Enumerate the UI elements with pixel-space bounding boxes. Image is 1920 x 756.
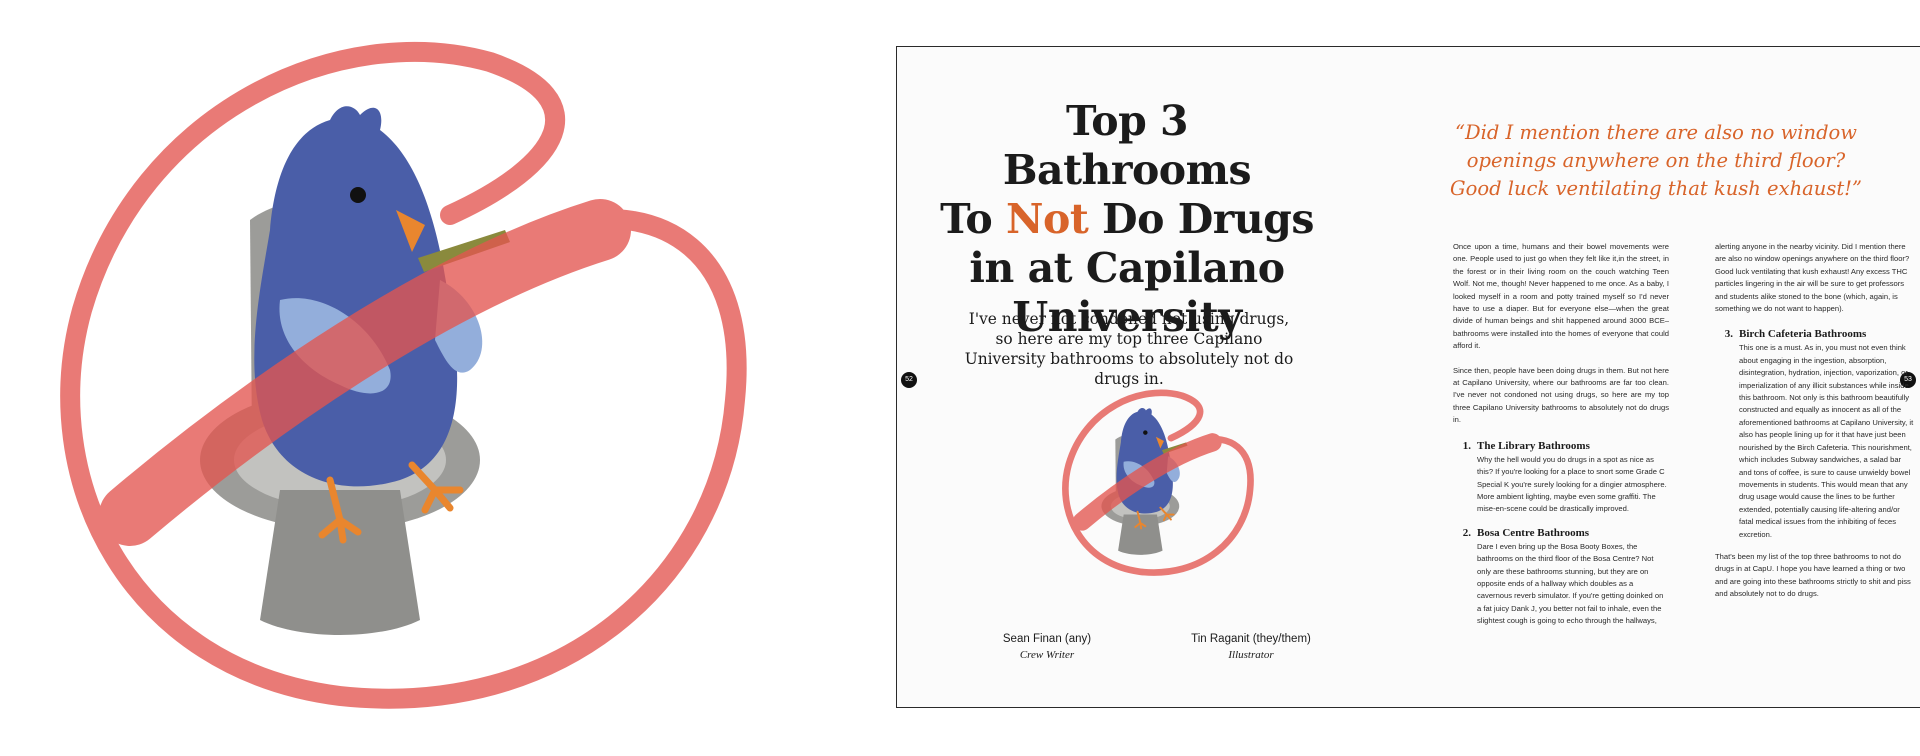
item-number: 2. bbox=[1462, 526, 1471, 539]
no-drugs-bird-thumbnail bbox=[1062, 389, 1254, 576]
item-number: 1. bbox=[1462, 439, 1471, 452]
item-2-continuation: alerting anyone in the nearby vicinity. … bbox=[1715, 242, 1910, 314]
illustrator-name: Tin Raganit (they/them) bbox=[1191, 633, 1311, 645]
intro-paragraph-1: Once upon a time, humans and their bowel… bbox=[1453, 242, 1669, 351]
title-line-1: Top 3 Bathrooms bbox=[1002, 97, 1252, 194]
item-heading: Bosa Centre Bathrooms bbox=[1477, 526, 1590, 539]
pull-quote: “Did I mention there are also no window … bbox=[1450, 121, 1862, 200]
writer-name: Sean Finan (any) bbox=[1002, 633, 1092, 645]
item-body: Why the hell would you do drugs in a spo… bbox=[1477, 454, 1667, 514]
item-body: Dare I even bring up the Bosa Booty Boxe… bbox=[1477, 541, 1664, 626]
list-item: 2. Bosa Centre Bathrooms Dare I even brin… bbox=[1453, 526, 1669, 628]
illustrator-credit: Tin Raganit (they/them) Illustrator bbox=[1141, 631, 1361, 663]
writer-role: Crew Writer bbox=[1019, 649, 1075, 661]
title-line-2-start: To bbox=[940, 195, 1006, 243]
title-line-2-end: Do Drugs bbox=[1088, 195, 1314, 243]
list-item: 3. Birch Cafeteria Bathrooms This one is … bbox=[1715, 327, 1915, 541]
illustrator-role: Illustrator bbox=[1228, 649, 1274, 661]
writer-credit: Sean Finan (any) Crew Writer bbox=[937, 631, 1157, 663]
article-column-2: alerting anyone in the nearby vicinity. … bbox=[1715, 241, 1915, 613]
no-drugs-bird-illustration bbox=[60, 41, 747, 709]
article-column-1: Once upon a time, humans and their bowel… bbox=[1453, 241, 1669, 638]
item-heading: The Library Bathrooms bbox=[1477, 439, 1590, 452]
intro-paragraph-2: Since then, people have been doing drugs… bbox=[1453, 365, 1669, 425]
article-title: Top 3 Bathrooms To Not Do Drugs in at Ca… bbox=[937, 97, 1317, 342]
list-item: 1. The Library Bathrooms Why the hell wou… bbox=[1453, 439, 1669, 516]
item-number: 3. bbox=[1724, 328, 1733, 341]
item-heading: Birch Cafeteria Bathrooms bbox=[1739, 328, 1867, 341]
page-number-left: 52 bbox=[901, 372, 917, 388]
title-line-3: in at Capilano bbox=[969, 244, 1285, 292]
magazine-spread: Top 3 Bathrooms To Not Do Drugs in at Ca… bbox=[896, 46, 1920, 708]
title-highlight-not: Not bbox=[1006, 195, 1089, 243]
closing-paragraph: That's been my list of the top three bat… bbox=[1715, 551, 1911, 599]
article-subtitle: I've never not condoned not using drugs,… bbox=[964, 310, 1294, 388]
item-body: This one is a must. As in, you must not … bbox=[1739, 343, 1914, 539]
